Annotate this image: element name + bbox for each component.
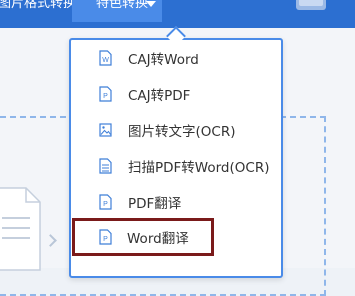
svg-text:P: P	[103, 93, 108, 100]
pdf-doc-icon: P	[99, 86, 112, 102]
menu-item-label: CAJ转PDF	[128, 88, 191, 104]
menu-item-caj-to-pdf[interactable]: P CAJ转PDF	[73, 76, 278, 112]
document-illustration-icon	[0, 187, 41, 271]
image-icon	[99, 123, 112, 137]
tab-image-format-convert[interactable]: 图片格式转换	[0, 0, 76, 14]
pdf-doc-icon: P	[99, 194, 112, 210]
pdf-doc-icon: P	[99, 229, 112, 245]
svg-text:P: P	[103, 236, 108, 243]
chevron-down-icon	[146, 1, 156, 7]
menu-item-label: 图片转文字(OCR)	[128, 124, 236, 140]
user-avatar-icon[interactable]	[296, 0, 326, 10]
menu-item-pdf-translate[interactable]: P PDF翻译	[73, 184, 278, 220]
word-doc-icon: W	[99, 50, 112, 66]
tab-special-convert[interactable]: 特色转换	[72, 0, 162, 22]
menu-item-caj-to-word[interactable]: W CAJ转Word	[73, 40, 278, 76]
svg-text:W: W	[102, 57, 109, 64]
menu-item-label: PDF翻译	[128, 196, 182, 212]
menu-item-label: CAJ转Word	[128, 52, 199, 68]
tab-special-convert-label: 特色转换	[96, 0, 149, 11]
menu-item-word-translate[interactable]: P Word翻译	[72, 218, 214, 256]
menu-item-label: Word翻译	[127, 231, 189, 247]
menu-item-image-to-text-ocr[interactable]: 图片转文字(OCR)	[73, 112, 278, 148]
menu-item-scan-pdf-to-word-ocr[interactable]: 扫描PDF转Word(OCR)	[73, 148, 278, 184]
svg-text:P: P	[103, 201, 108, 208]
menu-item-label: 扫描PDF转Word(OCR)	[128, 160, 270, 176]
top-nav-bar: 图片格式转换 特色转换	[0, 0, 355, 28]
scan-doc-icon	[99, 158, 112, 174]
